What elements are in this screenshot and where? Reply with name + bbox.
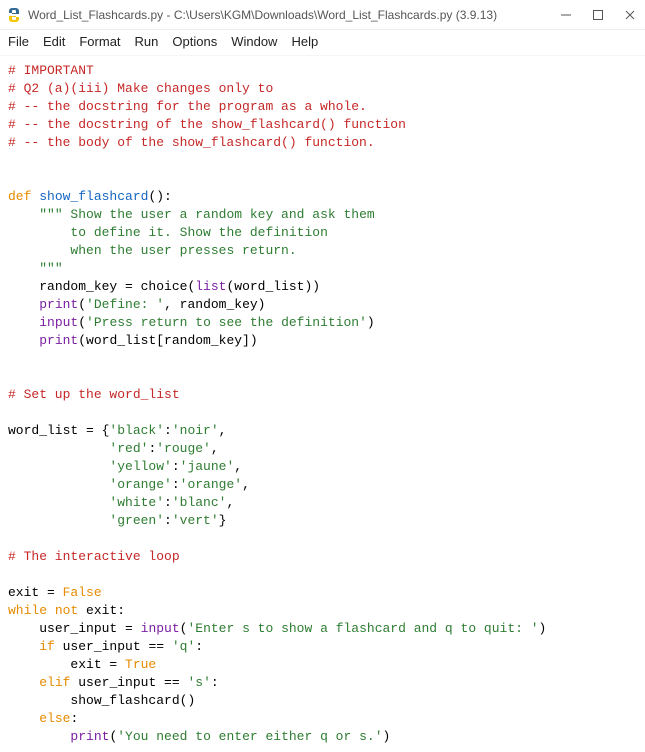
comment: # IMPORTANT bbox=[8, 63, 94, 78]
punct: (): bbox=[148, 189, 171, 204]
string: 'green' bbox=[109, 513, 164, 528]
comment: # -- the body of the show_flashcard() fu… bbox=[8, 135, 375, 150]
keyword: False bbox=[63, 585, 102, 600]
comment: # The interactive loop bbox=[8, 549, 180, 564]
punct: ) bbox=[539, 621, 547, 636]
keyword: if bbox=[39, 639, 55, 654]
keyword: True bbox=[125, 657, 156, 672]
code-text: exit = bbox=[8, 585, 63, 600]
string: 'noir' bbox=[172, 423, 219, 438]
code-text: exit: bbox=[78, 603, 125, 618]
string: 'q' bbox=[172, 639, 195, 654]
punct: ( bbox=[78, 297, 86, 312]
punct: : bbox=[70, 711, 78, 726]
comment: # Set up the word_list bbox=[8, 387, 180, 402]
punct: : bbox=[164, 513, 172, 528]
punct: ( bbox=[109, 729, 117, 744]
menu-bar: File Edit Format Run Options Window Help bbox=[0, 30, 645, 56]
docstring: """ Show the user a random key and ask t… bbox=[39, 207, 374, 222]
code-text: exit = bbox=[70, 657, 125, 672]
docstring: when the user presses return. bbox=[70, 243, 296, 258]
menu-format[interactable]: Format bbox=[79, 34, 120, 49]
punct: ) bbox=[367, 315, 375, 330]
string: 'blanc' bbox=[172, 495, 227, 510]
punct: : bbox=[164, 495, 172, 510]
code-text: user_input == bbox=[55, 639, 172, 654]
code-text: , random_key) bbox=[164, 297, 265, 312]
maximize-button[interactable] bbox=[591, 8, 605, 22]
string: 'You need to enter either q or s.' bbox=[117, 729, 382, 744]
builtin: list bbox=[195, 279, 226, 294]
builtin: print bbox=[70, 729, 109, 744]
string: 'Define: ' bbox=[86, 297, 164, 312]
keyword: not bbox=[55, 603, 78, 618]
string: 'orange' bbox=[109, 477, 171, 492]
punct: : bbox=[172, 459, 180, 474]
code-text: random_key = choice( bbox=[39, 279, 195, 294]
code-editor[interactable]: # IMPORTANT # Q2 (a)(iii) Make changes o… bbox=[0, 56, 645, 752]
window-controls bbox=[559, 8, 637, 22]
comment: # -- the docstring of the show_flashcard… bbox=[8, 117, 406, 132]
punct: , bbox=[242, 477, 250, 492]
string: 'vert' bbox=[172, 513, 219, 528]
builtin: input bbox=[39, 315, 78, 330]
menu-edit[interactable]: Edit bbox=[43, 34, 65, 49]
punct: ( bbox=[78, 315, 86, 330]
comment: # Q2 (a)(iii) Make changes only to bbox=[8, 81, 273, 96]
code-text: word_list = { bbox=[8, 423, 109, 438]
string: 'white' bbox=[109, 495, 164, 510]
func-name: show_flashcard bbox=[39, 189, 148, 204]
punct: , bbox=[226, 495, 234, 510]
window-titlebar: Word_List_Flashcards.py - C:\Users\KGM\D… bbox=[0, 0, 645, 30]
builtin: print bbox=[39, 297, 78, 312]
punct: , bbox=[211, 441, 219, 456]
close-button[interactable] bbox=[623, 8, 637, 22]
minimize-button[interactable] bbox=[559, 8, 573, 22]
code-text: show_flashcard() bbox=[70, 693, 195, 708]
window-title: Word_List_Flashcards.py - C:\Users\KGM\D… bbox=[28, 8, 559, 22]
string: 'rouge' bbox=[156, 441, 211, 456]
docstring: to define it. Show the definition bbox=[70, 225, 327, 240]
code-text: (word_list[random_key]) bbox=[78, 333, 257, 348]
punct: : bbox=[195, 639, 203, 654]
punct: : bbox=[164, 423, 172, 438]
punct: } bbox=[219, 513, 227, 528]
docstring: """ bbox=[39, 261, 62, 276]
punct: , bbox=[219, 423, 227, 438]
punct: : bbox=[172, 477, 180, 492]
keyword: else bbox=[39, 711, 70, 726]
punct: ) bbox=[383, 729, 391, 744]
string: 'red' bbox=[109, 441, 148, 456]
builtin: print bbox=[39, 333, 78, 348]
menu-file[interactable]: File bbox=[8, 34, 29, 49]
string: 'orange' bbox=[180, 477, 242, 492]
code-text: (word_list)) bbox=[226, 279, 320, 294]
string: 'jaune' bbox=[180, 459, 235, 474]
keyword: while bbox=[8, 603, 47, 618]
menu-options[interactable]: Options bbox=[172, 34, 217, 49]
menu-help[interactable]: Help bbox=[291, 34, 318, 49]
python-idle-icon bbox=[6, 7, 22, 23]
string: 'Press return to see the definition' bbox=[86, 315, 367, 330]
string: 'black' bbox=[109, 423, 164, 438]
comment: # -- the docstring for the program as a … bbox=[8, 99, 367, 114]
menu-run[interactable]: Run bbox=[135, 34, 159, 49]
menu-window[interactable]: Window bbox=[231, 34, 277, 49]
keyword: def bbox=[8, 189, 31, 204]
code-text: user_input = bbox=[39, 621, 140, 636]
builtin: input bbox=[141, 621, 180, 636]
punct: , bbox=[234, 459, 242, 474]
string: 'Enter s to show a flashcard and q to qu… bbox=[187, 621, 538, 636]
string: 'yellow' bbox=[109, 459, 171, 474]
